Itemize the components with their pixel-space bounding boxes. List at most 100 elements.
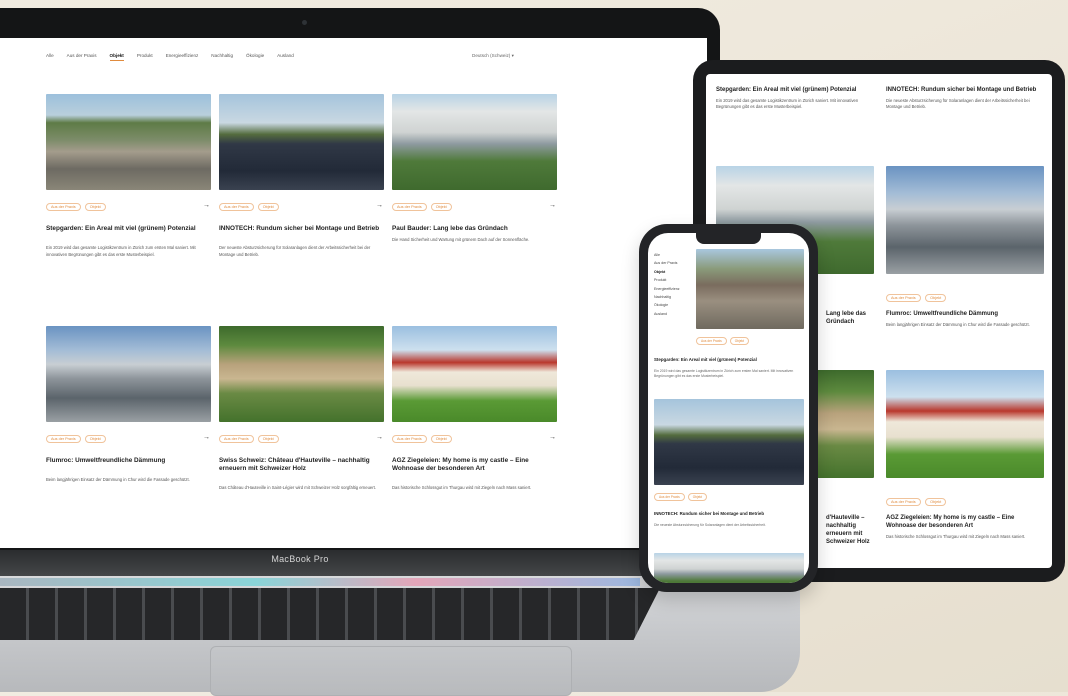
card-title[interactable]: d'Hauteville – nachhaltig erneuern mit S… [826,514,874,546]
phone-screen: Alle Aus der Praxis Objekt Produkt Energ… [648,233,809,583]
card-image-stepgarden[interactable] [696,249,804,329]
tag-chip[interactable]: Objekt [925,294,947,302]
nav-item-nachhaltig[interactable]: Nachhaltig [211,53,233,61]
nav-item-nachhaltig[interactable]: Nachhaltig [654,293,690,301]
card-image-agz[interactable] [392,326,557,422]
tag-chip[interactable]: Objekt [687,493,707,501]
card-image-flumroc[interactable] [46,326,211,422]
nav-item-praxis[interactable]: Aus der Praxis [654,259,690,267]
card-title[interactable]: Stepgarden: Ein Areal mit viel (grünem) … [716,86,874,94]
tablet-card[interactable]: d'Hauteville – nachhaltig erneuern mit S… [826,514,874,546]
card-title[interactable]: Flumroc: Umweltfreundliche Dämmung [46,457,210,465]
tag-chip[interactable]: Objekt [430,203,452,211]
tablet-tag-row: Aus der Praxis Objekt [886,490,1044,508]
card-title[interactable]: Lang lebe das Gründach [826,310,874,326]
nav-item-oekologie[interactable]: Ökologie [654,301,690,309]
arrow-right-icon[interactable]: → [376,202,383,209]
tag-chip[interactable]: Objekt [257,435,279,443]
nav-item-ausland[interactable]: Ausland [654,310,690,318]
nav-item-energie[interactable]: Energieeffizienz [166,53,199,61]
phone-tag-row: Aus der Praxis Objekt [654,493,804,501]
tablet-card[interactable]: Flumroc: Umweltfreundliche Dämmung Beim … [886,310,1044,328]
tablet-card[interactable]: Stepgarden: Ein Areal mit viel (grünem) … [716,86,874,111]
card-image-agz[interactable] [886,370,1044,478]
arrow-right-icon[interactable]: → [203,434,210,441]
card-title[interactable]: AGZ Ziegeleien: My home is my castle – E… [392,457,556,473]
nav-item-objekt[interactable]: Objekt [654,268,690,276]
card-image-chateau[interactable] [219,326,384,422]
arrow-right-icon[interactable]: → [203,202,210,209]
phone-frame: Alle Aus der Praxis Objekt Produkt Energ… [639,224,818,592]
arrow-right-icon[interactable]: → [549,202,556,209]
tag-chip[interactable]: Aus der Praxis [392,203,427,211]
tablet-card[interactable]: INNOTECH: Rundum sicher bei Montage und … [886,86,1044,111]
nav-item-praxis[interactable]: Aus der Praxis [67,53,97,61]
card-text: Die Hand Sicherheit und Wartung mit grün… [392,237,530,242]
laptop-hinge: MacBook Pro [0,550,720,578]
card-image-stepgarden[interactable] [46,94,211,190]
card-text: Der neueste Absturzsicherung für Solaran… [219,245,371,257]
tablet-card[interactable]: Lang lebe das Gründach [826,310,874,326]
nav-item-objekt[interactable]: Objekt [109,53,124,61]
arrow-right-icon[interactable]: → [376,434,383,441]
card-title[interactable]: INNOTECH: Rundum sicher bei Montage und … [654,511,800,517]
tag-chip[interactable]: Objekt [430,435,452,443]
tablet-tag-row: Aus der Praxis Objekt [886,286,1044,304]
laptop-screen: Alle Aus der Praxis Objekt Produkt Energ… [0,38,707,548]
tablet-card[interactable]: AGZ Ziegeleien: My home is my castle – E… [886,514,1044,540]
tag-chip[interactable]: Objekt [925,498,947,506]
laptop-frame: Alle Aus der Praxis Objekt Produkt Energ… [0,8,720,564]
nav-item-oekologie[interactable]: Ökologie [246,53,264,61]
nav-item-ausland[interactable]: Ausland [277,53,294,61]
language-select[interactable]: Deutsch (Schweiz) ▾ [472,53,514,59]
tag-chip[interactable]: Objekt [84,203,106,211]
nav-item-alle[interactable]: Alle [654,251,690,259]
macbook-label: MacBook Pro [271,554,329,564]
phone-tag-row: Aus der Praxis Objekt [696,337,749,345]
card-image-innotech[interactable] [654,399,804,485]
tag-chip[interactable]: Aus der Praxis [46,203,81,211]
tag-chip[interactable]: Aus der Praxis [46,435,81,443]
tag-chip[interactable]: Aus der Praxis [392,435,427,443]
card-title[interactable]: Stepgarden: Ein Areal mit viel (grünem) … [46,225,210,233]
card-title[interactable]: Swiss Schweiz: Château d'Hauteville – na… [219,457,383,473]
card-text: Ein 2019 wird das gesamte Logistikzentru… [716,98,859,110]
tag-chip[interactable]: Aus der Praxis [886,498,921,506]
tag-chip[interactable]: Objekt [729,337,749,345]
card-text: Ein 2019 wird das gesamte Logistikzentru… [654,369,794,379]
tag-chip[interactable]: Objekt [257,203,279,211]
nav-item-produkt[interactable]: Produkt [137,53,153,61]
camera-dot [302,20,307,25]
nav-item-energie[interactable]: Energieeffizienz [654,285,690,293]
card-image-bauder[interactable] [654,553,804,583]
nav-item-produkt[interactable]: Produkt [654,276,690,284]
card-image-flumroc[interactable] [886,166,1044,274]
card-title[interactable]: AGZ Ziegeleien: My home is my castle – E… [886,514,1044,530]
card-title[interactable]: Flumroc: Umweltfreundliche Dämmung [886,310,1044,318]
card-title[interactable]: INNOTECH: Rundum sicher bei Montage und … [219,225,383,233]
card-text: Die neueste Absturzsicherung für Solaran… [886,98,1030,110]
card-text: Das Château d'Hauteville in Saint-Légier… [219,485,376,490]
card-title[interactable]: Stepgarden: Ein Areal mit viel (grünem) … [654,357,800,363]
card-text: Beim langjährigen Einsatz der Dämmung in… [886,322,1030,327]
touch-bar [0,578,640,586]
card-image-bauder[interactable] [392,94,557,190]
tag-chip[interactable]: Aus der Praxis [696,337,727,345]
tag-chip[interactable]: Objekt [84,435,106,443]
card-title[interactable]: Paul Bauder: Lang lebe das Gründach [392,225,556,233]
laptop-base [0,576,800,696]
tag-chip[interactable]: Aus der Praxis [219,435,254,443]
nav-item-alle[interactable]: Alle [46,53,54,61]
trackpad [210,646,572,696]
card-text: Die neueste Absturzsicherung für Solaran… [654,523,766,527]
arrow-right-icon[interactable]: → [549,434,556,441]
category-nav: Alle Aus der Praxis Objekt Produkt Energ… [46,53,294,61]
tag-chip[interactable]: Aus der Praxis [654,493,685,501]
tag-chip[interactable]: Aus der Praxis [886,294,921,302]
keyboard [0,588,660,640]
tag-chip[interactable]: Aus der Praxis [219,203,254,211]
card-image-innotech[interactable] [219,94,384,190]
card-title[interactable]: INNOTECH: Rundum sicher bei Montage und … [886,86,1044,94]
phone-category-nav: Alle Aus der Praxis Objekt Produkt Energ… [654,251,690,318]
phone-notch [696,233,761,244]
